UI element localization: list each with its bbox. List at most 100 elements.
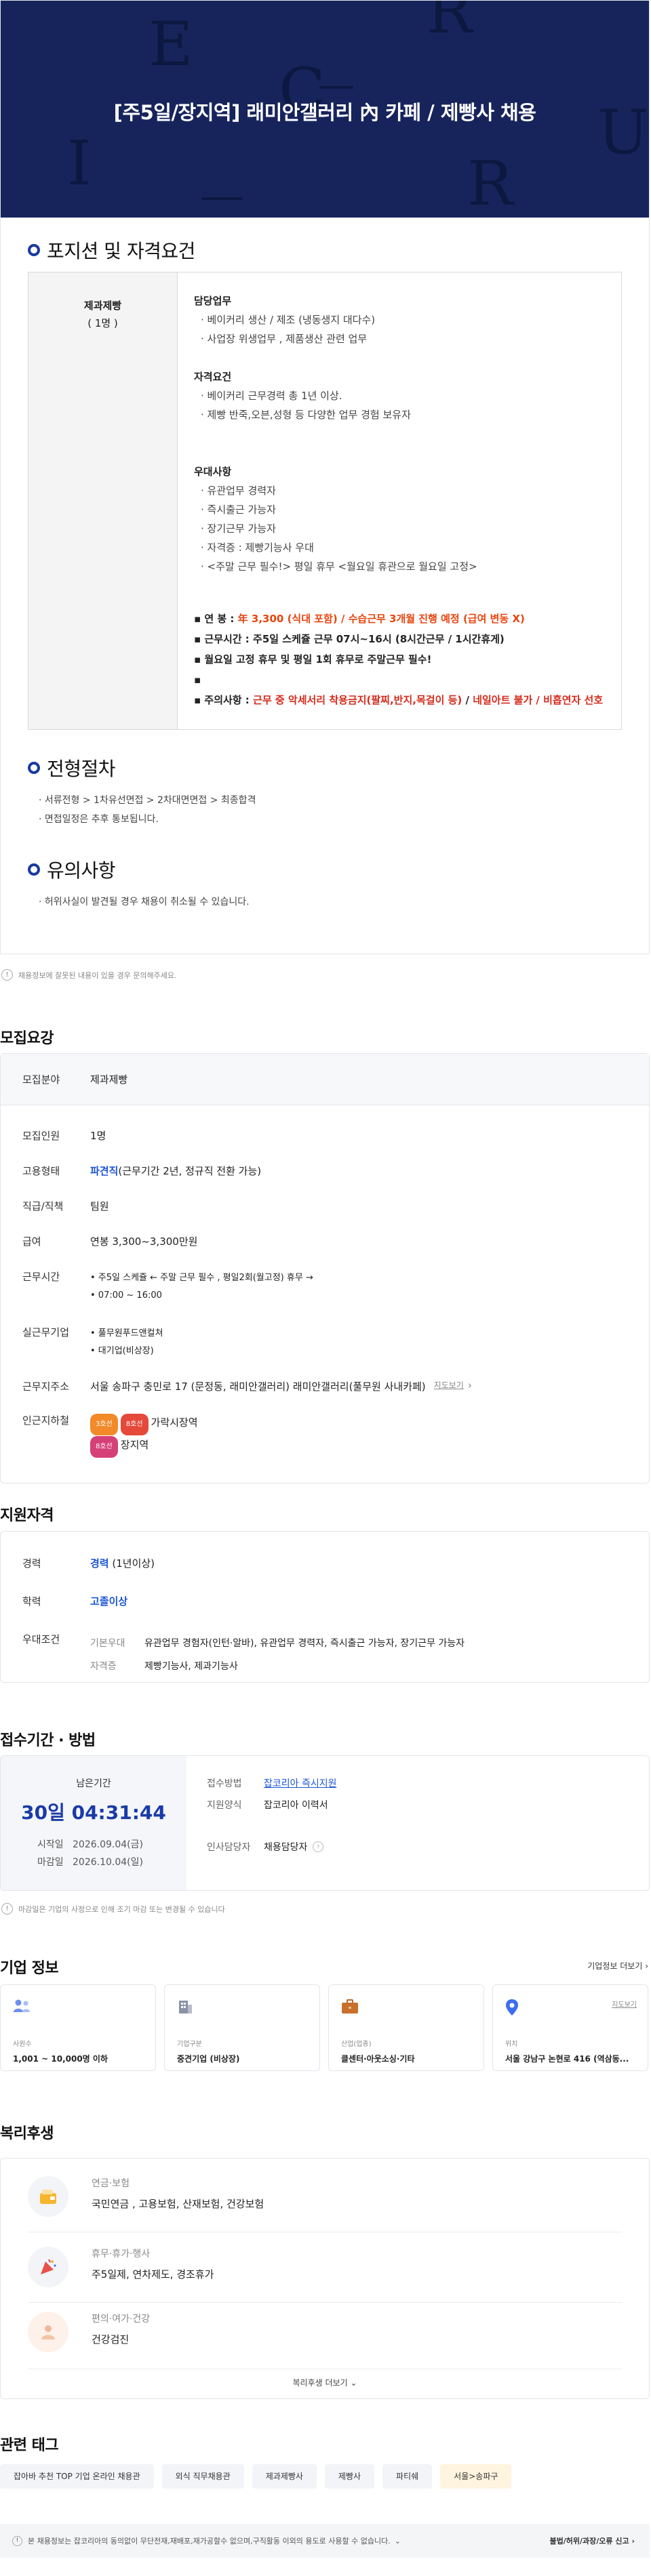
benefit-heading: 복리후생 (0, 2125, 54, 2142)
report-hint: ! 채용정보에 잘못된 내용이 있을 경우 문의해주세요. (1, 969, 177, 981)
station-name: 가락시장역 (151, 1416, 198, 1429)
benefit-row: 연금·보험 국민연금 , 고용보험, 산재보험, 건강보험 (28, 2176, 264, 2217)
benefit-panel: 연금·보험 국민연금 , 고용보험, 산재보험, 건강보험 휴무·휴가·행사 주… (0, 2158, 650, 2399)
hero-letter: I (67, 128, 92, 199)
education-row: 학력 고졸이상 (22, 1595, 128, 1608)
qualification-heading: 지원자격 (0, 1507, 54, 1524)
apply-panel: 남은기간 30일 04:31:44 시작일 2026.09.04(금) 마감일 20… (0, 1755, 650, 1891)
people-icon (14, 1999, 30, 2012)
role-count: ( 1명 ) (87, 317, 118, 329)
line8-badge: 8호선 (90, 1436, 118, 1458)
method-row: 접수방법 잡코리아 즉시지원 (207, 1776, 337, 1790)
remaining-time: 30일 04:31:44 (21, 1801, 166, 1824)
preference-row: 우대조건 기본우대 유관업무 경험자(인턴·알바), 유관업무 경력자, 즉시출근… (22, 1633, 465, 1672)
hero-letter: R (427, 1, 473, 47)
benefit-row: 휴무·휴가·행사 주5일제, 연차제도, 경조휴가 (28, 2247, 214, 2287)
hero-letter: E (149, 9, 193, 80)
chevron-down-icon: ⌄ (350, 2378, 357, 2388)
address-row: 근무지주소 서울 송파구 충민로 17 (문정동, 래미안갤러리) 래미안갤러리… (22, 1379, 472, 1393)
conditions-block: ▪ 연 봉 : 年 3,300 (식대 포함) / 수습근무 3개월 진행 예정… (194, 609, 603, 710)
info-icon: ! (12, 2535, 22, 2546)
posting-detail: E R C U I R [주5일/장지역] 래미안갤러리 內 카페 / 제빵사 … (0, 0, 650, 954)
divider (28, 2302, 622, 2303)
company-cards: 사원수 1,001 ~ 10,000명 이하 기업구분 중견기업 (비상장) 산… (0, 1984, 650, 2071)
salary-line: ▪ 연 봉 : 年 3,300 (식대 포함) / 수습근무 3개월 진행 예정… (194, 613, 525, 625)
company-card-industry: 산업(업종) 클센터·아웃소싱·기타 (328, 1984, 484, 2071)
chevron-right-icon[interactable]: › (313, 1841, 324, 1852)
apply-dates: 시작일 2026.09.04(금) 마감일 2026.10.04(일) (37, 1839, 143, 1868)
subway-row: 인근지하철 3호선 8호선 가락시장역 8호선 장지역 (1, 1413, 198, 1458)
caution-section-heading: 유의사항 (28, 856, 116, 883)
line8-badge: 8호선 (120, 1414, 149, 1435)
notice-line: ▪ 주의사항 : 근무 중 악세서리 착용금지(팔찌,반지,목걸이 등) / 네… (194, 694, 604, 706)
address-map-link[interactable]: 지도보기 (434, 1379, 464, 1393)
tags-heading: 관련 태그 (0, 2437, 59, 2454)
section-bullet-icon (28, 863, 40, 876)
recruit-heading: 모집요강 (0, 1030, 54, 1047)
report-hint-link[interactable]: 채용정보에 잘못된 내용이 있을 경우 문의해주세요. (18, 970, 177, 981)
company-card-type: 기업구분 중견기업 (비상장) (164, 1984, 320, 2071)
location-map-link[interactable]: 지도보기 (612, 1999, 637, 2009)
copyright-footer: ! 본 채용정보는 잡코리아의 동의없이 무단전재,재배포,재가공할수 없으며,… (0, 2524, 650, 2558)
rank-row: 직급/직책 팀원 (22, 1200, 109, 1212)
requirements-block: 자격요건 · 베이커리 근무경력 총 1년 이상. · 제빵 반죽,오븐,성형 … (194, 371, 411, 421)
preferences-block: 우대사항 · 유관업무 경력자 · 즉시출근 가능자 · 장기근무 가능자 · … (194, 466, 477, 573)
company-more-link[interactable]: 기업정보 더보기 › (587, 1960, 648, 1971)
recruit-field-row: 모집분야 제과제빵 (1, 1054, 649, 1105)
pin-icon (506, 1999, 518, 2016)
info-icon: ! (1, 969, 13, 981)
qualification-panel: 경력 경력 (1년이상) 학력 고졸이상 우대조건 기본우대 유관업무 경험자(인… (0, 1531, 650, 1683)
contact-row: 인사담당자 채용담당자 › (207, 1840, 324, 1854)
job-posting-page: E R C U I R [주5일/장지역] 래미안갤러리 內 카페 / 제빵사 … (0, 0, 651, 2576)
position-detail-cell: 담당업무 · 베이커리 생산 / 제조 (냉동생지 대다수) · 사업장 위생업… (178, 272, 621, 729)
position-table: 제과제빵 ( 1명 ) 담당업무 · 베이커리 생산 / 제조 (냉동생지 대다… (28, 272, 622, 730)
chevron-down-icon[interactable]: ⌄ (395, 2537, 401, 2546)
form-row: 지원양식 잡코리아 이력서 (207, 1800, 328, 1811)
instant-apply-link[interactable]: 잡코리아 즉시지원 (264, 1776, 337, 1790)
experience-row: 경력 경력 (1년이상) (22, 1557, 155, 1570)
deadline-note: ! 마감일은 기업의 사정으로 인해 조기 마감 또는 변경될 수 있습니다 (1, 1903, 225, 1915)
line3-badge: 3호선 (90, 1414, 118, 1435)
hero-banner: E R C U I R [주5일/장지역] 래미안갤러리 內 카페 / 제빵사 … (1, 1, 649, 218)
party-icon (28, 2247, 68, 2287)
pay-row: 급여 연봉 3,300~3,300만원 (22, 1235, 198, 1248)
chevron-right-icon: › (467, 1379, 472, 1391)
hours-line: ▪ 근무시간 : 주5일 스케쥴 근무 07시~16시 (8시간근무 / 1시간… (194, 633, 505, 645)
process-section-heading: 전형절차 (28, 754, 116, 781)
tag-item[interactable]: 제과제빵사 (252, 2464, 317, 2489)
tag-item[interactable]: 서울>송파구 (440, 2464, 512, 2489)
tag-item[interactable]: 잡아바 추천 TOP 기업 온라인 채용관 (0, 2464, 154, 2489)
health-icon (28, 2312, 68, 2352)
empty-bullet: ▪ (194, 674, 201, 686)
recruit-count-row: 모집인원 1명 (22, 1130, 106, 1142)
apply-heading: 접수기간 · 방법 (0, 1732, 96, 1749)
position-role-cell: 제과제빵 ( 1명 ) (28, 272, 178, 729)
benefit-row: 편의·여가·건강 건강검진 (28, 2312, 150, 2352)
tag-item[interactable]: 외식 직무채용관 (161, 2464, 244, 2489)
duties-block: 담당업무 · 베이커리 생산 / 제조 (냉동생지 대다수) · 사업장 위생업… (194, 295, 376, 345)
section-bullet-icon (28, 762, 40, 774)
holiday-line: ▪ 월요일 고정 휴무 및 평일 1회 휴무로 주말근무 필수! (194, 653, 432, 666)
tag-item[interactable]: 파티쉐 (382, 2464, 433, 2489)
process-steps: · 서류전형 > 1차유선면접 > 2차대면면접 > 최종합격 · 면접일정은 … (39, 795, 256, 825)
hero-letter: R (467, 148, 513, 218)
report-link[interactable]: 불법/허위/과장/오류 신고 › (550, 2535, 635, 2546)
hero-deco-line (319, 86, 353, 89)
info-icon: ! (1, 1903, 13, 1915)
role-name: 제과제빵 (83, 300, 122, 312)
posting-title: [주5일/장지역] 래미안갤러리 內 카페 / 제빵사 채용 (113, 101, 536, 124)
section-bullet-icon (28, 244, 40, 256)
tag-item[interactable]: 제빵사 (324, 2464, 375, 2489)
tag-list: 잡아바 추천 TOP 기업 온라인 채용관 외식 직무채용관 제과제빵사 제빵사… (0, 2464, 519, 2489)
building-icon (179, 2001, 192, 2013)
actual-company-row: 실근무기업 • 풀무원푸드앤컬쳐 • 대기업(비상장) (22, 1326, 163, 1356)
work-hours-row: 근무시간 • 주5일 스케쥴 ← 주말 근무 필수 , 평일2회(월고정) 휴무… (22, 1271, 313, 1301)
company-card-location: 지도보기 위치 서울 강남구 논현로 416 (역삼동... (492, 1984, 648, 2071)
hero-deco-line (201, 197, 242, 200)
company-card-employees: 사원수 1,001 ~ 10,000명 이하 (0, 1984, 156, 2071)
employment-type-link[interactable]: 파견직 (90, 1165, 118, 1177)
benefit-more-button[interactable]: 복리후생 더보기 ⌄ (1, 2377, 649, 2388)
briefcase-icon (342, 1999, 358, 2013)
employment-type-row: 고용형태 파견직(근무기간 2년, 정규직 전환 가능) (22, 1165, 262, 1177)
position-section-heading: 포지션 및 자격요건 (28, 237, 195, 264)
